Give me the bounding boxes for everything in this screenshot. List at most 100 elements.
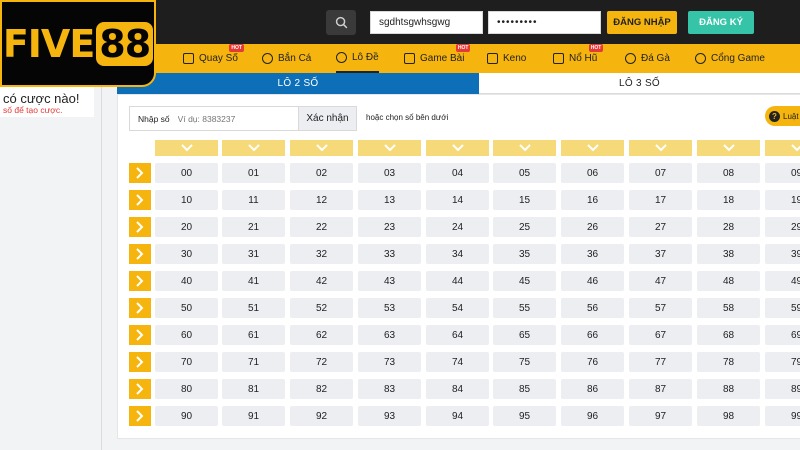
number-cell[interactable]: 22 [290,217,353,237]
number-cell[interactable]: 81 [222,379,285,399]
number-cell[interactable]: 38 [697,244,760,264]
number-cell[interactable]: 12 [290,190,353,210]
number-cell[interactable]: 39 [765,244,800,264]
number-cell[interactable]: 08 [697,163,760,183]
select-row-button[interactable] [129,190,151,210]
number-cell[interactable]: 14 [426,190,489,210]
number-cell[interactable]: 11 [222,190,285,210]
number-cell[interactable]: 43 [358,271,421,291]
number-cell[interactable]: 41 [222,271,285,291]
number-cell[interactable]: 80 [155,379,218,399]
number-cell[interactable]: 99 [765,406,800,426]
tab-lo-2-so[interactable]: LÔ 2 SỐ [117,73,479,94]
number-cell[interactable]: 04 [426,163,489,183]
number-cell[interactable]: 73 [358,352,421,372]
login-button[interactable]: ĐĂNG NHẬP [607,11,677,34]
number-cell[interactable]: 18 [697,190,760,210]
number-cell[interactable]: 88 [697,379,760,399]
number-cell[interactable]: 26 [561,217,624,237]
number-cell[interactable]: 78 [697,352,760,372]
number-cell[interactable]: 89 [765,379,800,399]
number-input[interactable] [177,113,273,124]
select-column-button[interactable] [222,140,285,156]
number-cell[interactable]: 03 [358,163,421,183]
nav-item-da-ga[interactable]: Đá Gà [625,44,670,73]
number-cell[interactable]: 62 [290,325,353,345]
number-cell[interactable]: 59 [765,298,800,318]
confirm-button[interactable]: Xác nhận [298,106,357,131]
number-cell[interactable]: 95 [493,406,556,426]
number-cell[interactable]: 52 [290,298,353,318]
number-cell[interactable]: 46 [561,271,624,291]
select-column-button[interactable] [629,140,692,156]
number-cell[interactable]: 37 [629,244,692,264]
select-column-button[interactable] [155,140,218,156]
number-cell[interactable]: 34 [426,244,489,264]
number-cell[interactable]: 64 [426,325,489,345]
number-cell[interactable]: 17 [629,190,692,210]
nav-item-keno[interactable]: Keno [487,44,526,73]
number-cell[interactable]: 68 [697,325,760,345]
number-cell[interactable]: 50 [155,298,218,318]
number-cell[interactable]: 54 [426,298,489,318]
number-cell[interactable]: 24 [426,217,489,237]
password-input[interactable] [488,11,601,34]
number-cell[interactable]: 09 [765,163,800,183]
select-row-button[interactable] [129,352,151,372]
number-cell[interactable]: 07 [629,163,692,183]
number-cell[interactable]: 31 [222,244,285,264]
select-row-button[interactable] [129,271,151,291]
number-cell[interactable]: 44 [426,271,489,291]
number-cell[interactable]: 83 [358,379,421,399]
select-column-button[interactable] [765,140,800,156]
number-cell[interactable]: 94 [426,406,489,426]
select-column-button[interactable] [358,140,421,156]
number-cell[interactable]: 29 [765,217,800,237]
number-entry-field[interactable]: Nhập số [129,106,299,131]
select-row-button[interactable] [129,217,151,237]
number-cell[interactable]: 71 [222,352,285,372]
number-cell[interactable]: 69 [765,325,800,345]
number-cell[interactable]: 93 [358,406,421,426]
select-row-button[interactable] [129,163,151,183]
number-cell[interactable]: 70 [155,352,218,372]
number-cell[interactable]: 36 [561,244,624,264]
number-cell[interactable]: 72 [290,352,353,372]
number-cell[interactable]: 79 [765,352,800,372]
number-cell[interactable]: 53 [358,298,421,318]
number-cell[interactable]: 91 [222,406,285,426]
nav-item-quay-so[interactable]: Quay Số HOT [183,44,244,73]
rules-button[interactable]: ? Luật [765,106,800,126]
select-column-button[interactable] [426,140,489,156]
number-cell[interactable]: 33 [358,244,421,264]
number-cell[interactable]: 92 [290,406,353,426]
number-cell[interactable]: 56 [561,298,624,318]
nav-item-ban-ca[interactable]: Bắn Cá [262,44,311,73]
number-cell[interactable]: 96 [561,406,624,426]
number-cell[interactable]: 48 [697,271,760,291]
number-cell[interactable]: 06 [561,163,624,183]
number-cell[interactable]: 35 [493,244,556,264]
number-cell[interactable]: 45 [493,271,556,291]
select-row-button[interactable] [129,325,151,345]
number-cell[interactable]: 32 [290,244,353,264]
nav-item-cong-game[interactable]: Cổng Game [695,44,765,73]
number-cell[interactable]: 55 [493,298,556,318]
number-cell[interactable]: 25 [493,217,556,237]
number-cell[interactable]: 86 [561,379,624,399]
number-cell[interactable]: 01 [222,163,285,183]
nav-item-lo-de[interactable]: Lô Đề [336,44,379,73]
select-column-button[interactable] [697,140,760,156]
number-cell[interactable]: 13 [358,190,421,210]
number-cell[interactable]: 47 [629,271,692,291]
number-cell[interactable]: 75 [493,352,556,372]
number-cell[interactable]: 87 [629,379,692,399]
number-cell[interactable]: 51 [222,298,285,318]
number-cell[interactable]: 19 [765,190,800,210]
number-cell[interactable]: 58 [697,298,760,318]
number-cell[interactable]: 40 [155,271,218,291]
number-cell[interactable]: 30 [155,244,218,264]
number-cell[interactable]: 90 [155,406,218,426]
number-cell[interactable]: 00 [155,163,218,183]
number-cell[interactable]: 02 [290,163,353,183]
